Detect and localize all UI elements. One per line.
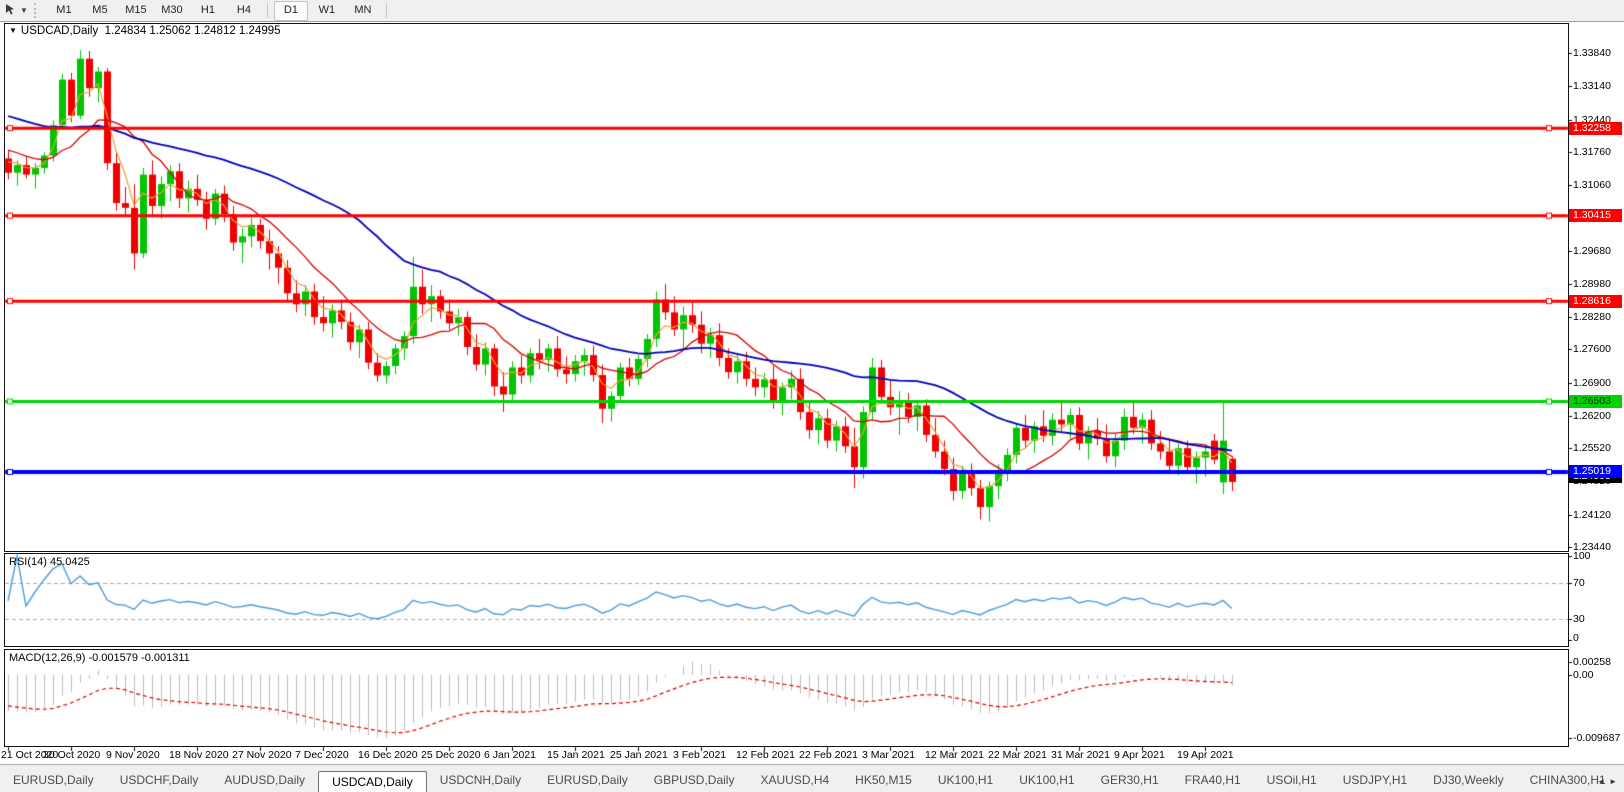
chart-tab-usoil-h1[interactable]: USOil,H1 [1254, 771, 1330, 790]
macd-indicator-window[interactable] [4, 649, 1569, 747]
date-tick-label: 12 Feb 2021 [736, 749, 795, 761]
chart-tab-dj30-weekly[interactable]: DJ30,Weekly [1420, 771, 1516, 790]
rsi-tick-label: 70 [1573, 577, 1585, 589]
rsi-label: RSI(14) 45.0425 [9, 556, 90, 568]
date-tick-label: 6 Jan 2021 [484, 749, 536, 761]
date-tick-label: 31 Mar 2021 [1051, 749, 1110, 761]
crosshair-tool-button[interactable]: ▼ [4, 3, 28, 19]
price-tick-label: 1.25520 [1573, 442, 1611, 455]
window-splitter[interactable] [0, 645, 1568, 648]
price-tick-label: 1.28280 [1573, 311, 1611, 324]
price-tick-label: 1.28980 [1573, 277, 1611, 290]
timeframe-button-h1[interactable]: H1 [191, 1, 225, 21]
macd-tick-label: 0.00 [1573, 669, 1594, 681]
price-tick-label: 1.33840 [1573, 47, 1611, 59]
main-price-window[interactable] [4, 23, 1569, 552]
timeframe-button-m5[interactable]: M5 [83, 1, 117, 21]
date-tick-label: 25 Jan 2021 [610, 749, 668, 761]
date-tick-label: 18 Nov 2020 [169, 749, 229, 761]
chart-tab-eurusd-daily[interactable]: EURUSD,Daily [534, 771, 641, 790]
hline-price-badge: 1.25019 [1569, 465, 1622, 479]
price-tick-label: 1.29680 [1573, 244, 1611, 257]
date-tick-label: 9 Nov 2020 [106, 749, 160, 761]
tab-scroll-arrows[interactable]: ◄► [1597, 777, 1621, 786]
timeframe-button-d1[interactable]: D1 [273, 0, 308, 21]
rsi-tick-label: 0 [1573, 632, 1579, 644]
date-tick-label: 9 Apr 2021 [1114, 749, 1165, 761]
price-tick-label: 1.26200 [1573, 409, 1611, 422]
toolbar-separator [266, 3, 268, 18]
timeframe-toolbar: ▼ M1 M5 M15 M30 H1 H4 D1 W1 MN [0, 0, 1624, 22]
timeframe-button-w1[interactable]: W1 [310, 1, 344, 21]
date-tick-label: 16 Dec 2020 [358, 749, 418, 761]
chart-title: ▼ USDCAD,Daily 1.24834 1.25062 1.24812 1.… [9, 25, 281, 37]
chart-tab-uk100-h1[interactable]: UK100,H1 [925, 771, 1006, 790]
hline-price-badge: 1.26503 [1569, 395, 1622, 408]
date-tick-label: 19 Apr 2021 [1177, 749, 1234, 761]
timeframe-button-m15[interactable]: M15 [119, 1, 153, 21]
timeframe-button-mn[interactable]: MN [346, 1, 380, 21]
price-tick-label: 1.27600 [1573, 343, 1611, 356]
chart-tab-fra40-h1[interactable]: FRA40,H1 [1172, 771, 1254, 790]
date-tick-label: 3 Feb 2021 [673, 749, 727, 761]
chart-tab-xauusd-h4[interactable]: XAUUSD,H4 [747, 771, 842, 790]
date-tick-label: 22 Mar 2021 [988, 749, 1047, 761]
date-tick-label: 3 Mar 2021 [862, 749, 916, 761]
date-tick-label: 25 Dec 2020 [421, 749, 481, 761]
chart-tab-hk50-m15[interactable]: HK50,M15 [842, 771, 925, 790]
chart-tab-usdcad-daily[interactable]: USDCAD,Daily [318, 771, 427, 792]
chart-tab-ger30-h1[interactable]: GER30,H1 [1088, 771, 1172, 790]
chart-symbol-label: USDCAD,Daily [20, 25, 99, 37]
mt4-terminal: ▼ M1 M5 M15 M30 H1 H4 D1 W1 MN ▼ USDCAD,Daily 1.2… [0, 0, 1624, 792]
hline-price-badge: 1.30415 [1569, 209, 1622, 223]
chart-tab-usdjpy-h1[interactable]: USDJPY,H1 [1330, 771, 1420, 790]
date-tick-label: 12 Mar 2021 [925, 749, 984, 761]
price-tick-label: 1.31060 [1573, 179, 1611, 192]
date-tick-label: 27 Nov 2020 [232, 749, 292, 761]
timeframe-button-h4[interactable]: H4 [227, 1, 261, 21]
chart-tab-usdcnh-daily[interactable]: USDCNH,Daily [427, 771, 534, 790]
rsi-tick-label: 30 [1573, 613, 1585, 625]
chart-tab-eurusd-daily[interactable]: EURUSD,Daily [0, 771, 107, 790]
macd-tick-label: 0.00258 [1573, 656, 1611, 668]
symbol-dropdown-icon[interactable]: ▼ [9, 26, 17, 35]
price-tick-label: 1.26900 [1573, 376, 1611, 389]
cursor-crosshair-icon [4, 3, 17, 19]
window-splitter[interactable] [0, 550, 1568, 553]
date-tick-label: 7 Dec 2020 [295, 749, 349, 761]
timeframe-button-m30[interactable]: M30 [155, 1, 189, 21]
macd-tick-label: -0.009687 [1573, 732, 1621, 744]
macd-label: MACD(12,26,9) -0.001579 -0.001311 [9, 652, 190, 664]
chart-tab-gbpusd-daily[interactable]: GBPUSD,Daily [641, 771, 748, 790]
toolbar-separator [385, 3, 387, 18]
date-tick-label: 30 Oct 2020 [43, 749, 101, 761]
chart-ohlc-values: 1.24834 1.25062 1.24812 1.24995 [104, 25, 281, 37]
date-tick-label: 15 Jan 2021 [547, 749, 605, 761]
hline-price-badge: 1.32258 [1569, 121, 1622, 135]
chart-tab-bar: EURUSD,Daily USDCHF,Daily AUDUSD,Daily USDC… [0, 764, 1624, 792]
timeframe-button-m1[interactable]: M1 [47, 1, 81, 21]
hline-price-badge: 1.28616 [1569, 294, 1622, 308]
price-tick-label: 1.24120 [1573, 508, 1611, 521]
chart-tab-uk100-h1[interactable]: UK100,H1 [1006, 771, 1087, 790]
timeframe-buttons: M1 M5 M15 M30 H1 H4 D1 W1 MN [46, 0, 392, 21]
rsi-indicator-window[interactable] [4, 553, 1569, 647]
date-tick-label: 22 Feb 2021 [799, 749, 858, 761]
price-tick-label: 1.31760 [1573, 145, 1611, 158]
rsi-tick-label: 100 [1573, 550, 1591, 562]
toolbar-grip[interactable] [33, 3, 43, 18]
price-tick-label: 1.33140 [1573, 80, 1611, 93]
chart-tab-audusd-daily[interactable]: AUDUSD,Daily [211, 771, 318, 790]
chart-tab-usdchf-daily[interactable]: USDCHF,Daily [107, 771, 212, 790]
caret-down-icon[interactable]: ▼ [20, 6, 28, 15]
